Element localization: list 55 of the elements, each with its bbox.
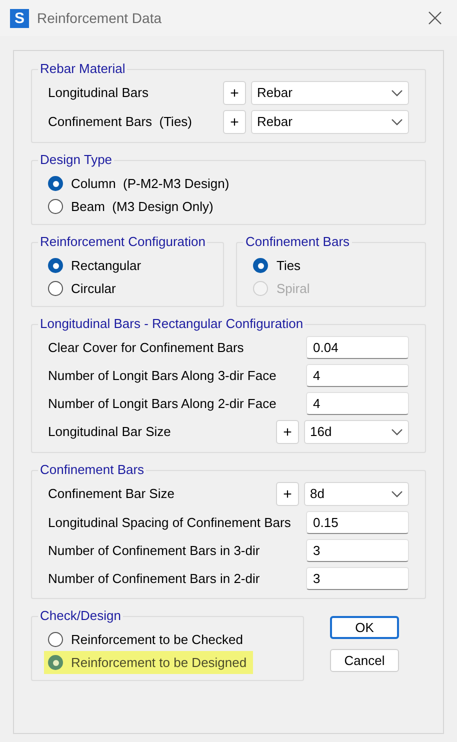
radio-label: Reinforcement to be Designed (71, 654, 247, 672)
dropdown[interactable]: Rebar (251, 81, 409, 105)
field-label: Confinement Bars (Ties) (48, 113, 192, 132)
chevron-icon (391, 428, 403, 436)
group-title: Longitudinal Bars - Rectangular Configuration (39, 316, 304, 332)
radio-button[interactable] (48, 655, 63, 670)
dropdown[interactable]: 8d (304, 482, 409, 506)
input-field[interactable]: 0.15 (306, 511, 409, 534)
group-title: Check/Design (39, 608, 122, 624)
dialog-button[interactable]: Cancel (330, 649, 399, 672)
close-icon (428, 11, 442, 25)
group-title: Reinforcement Configuration (39, 234, 206, 250)
input-field[interactable]: 3 (306, 567, 409, 590)
app-logo: S (10, 8, 29, 28)
radio-button[interactable] (48, 281, 63, 296)
dropdown[interactable]: 16d (304, 420, 409, 444)
add-button[interactable]: + (276, 482, 299, 506)
radio-button[interactable] (48, 258, 63, 273)
radio-label: Circular (71, 280, 116, 298)
field-label: Longitudinal Bar Size (48, 423, 171, 442)
radio-label: Spiral (276, 280, 310, 298)
field-label: Clear Cover for Confinement Bars (48, 338, 244, 357)
add-button[interactable]: + (276, 420, 299, 444)
radio-button[interactable] (253, 258, 268, 273)
radio-label: Beam (M3 Design Only) (71, 198, 214, 216)
radio-label: Column (P-M2-M3 Design) (71, 174, 230, 193)
input-field[interactable]: 4 (306, 364, 409, 387)
chevron-icon (391, 89, 403, 97)
field-label: Number of Confinement Bars in 3-dir (48, 542, 260, 560)
radio-label: Rectangular (71, 256, 142, 275)
field-label: Number of Longit Bars Along 2-dir Face (48, 394, 276, 413)
field-label: Longitudinal Bars (48, 84, 148, 102)
radio-label: Ties (276, 256, 301, 275)
field-label: Number of Confinement Bars in 2-dir (48, 570, 260, 588)
input-field[interactable]: 4 (306, 392, 409, 415)
dialog-button[interactable]: OK (330, 616, 399, 639)
add-button[interactable]: + (223, 81, 246, 105)
radio-button[interactable] (48, 176, 63, 191)
group-title: Confinement Bars (244, 234, 351, 250)
chevron-icon (391, 490, 403, 498)
window-title: Reinforcement Data (37, 8, 162, 28)
chevron-icon (391, 118, 403, 126)
add-button[interactable]: + (223, 110, 246, 134)
radio-button[interactable] (48, 632, 63, 647)
group-title: Rebar Material (39, 61, 126, 77)
field-label: Longitudinal Spacing of Confinement Bars (48, 514, 291, 532)
input-field[interactable]: 3 (306, 539, 409, 562)
group-title: Design Type (39, 152, 114, 168)
field-label: Number of Longit Bars Along 3-dir Face (48, 366, 276, 385)
radio-button[interactable] (48, 199, 63, 214)
input-field[interactable]: 0.04 (306, 336, 409, 359)
dropdown[interactable]: Rebar (251, 110, 409, 134)
field-label: Confinement Bar Size (48, 485, 174, 504)
radio-label: Reinforcement to be Checked (71, 630, 243, 649)
group-title: Confinement Bars (39, 462, 146, 478)
